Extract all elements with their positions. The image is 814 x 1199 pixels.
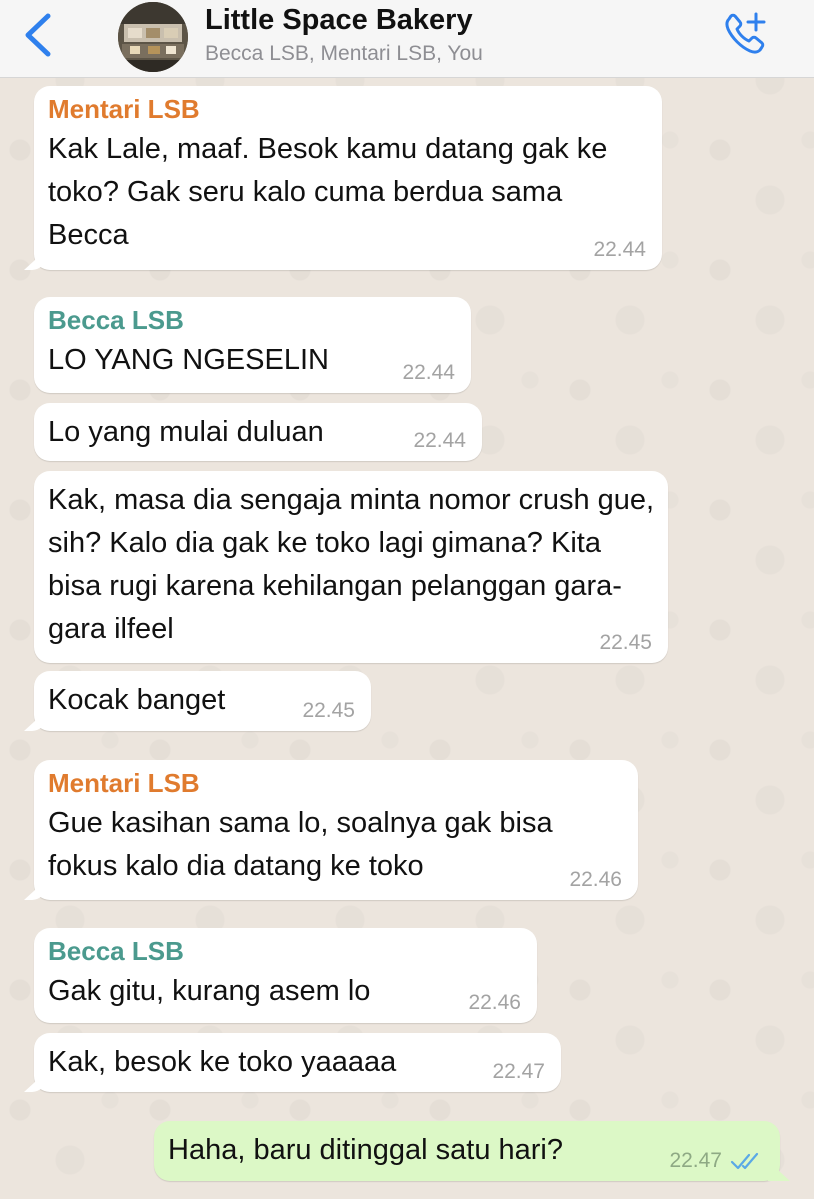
- message-bubble[interactable]: Mentari LSB Gue kasihan sama lo, soalnya…: [34, 760, 638, 900]
- message-bubble[interactable]: Kak, masa dia sengaja minta nomor crush …: [34, 471, 668, 663]
- message-text: LO YANG NGESELIN: [48, 344, 329, 376]
- message-time: 22.45: [302, 699, 355, 722]
- message-time: 22.47: [669, 1149, 722, 1172]
- bakery-photo: [118, 2, 188, 72]
- message-bubble[interactable]: Becca LSB LO YANG NGESELIN 22.44: [34, 297, 471, 393]
- message-text: Kak, besok ke toko yaaaaa: [48, 1046, 397, 1078]
- back-button[interactable]: [18, 10, 58, 60]
- message-time: 22.46: [468, 991, 521, 1014]
- chevron-left-icon: [25, 13, 51, 57]
- chat-title[interactable]: Little Space Bakery: [205, 4, 473, 37]
- message-bubble[interactable]: Kocak banget 22.45: [34, 671, 371, 731]
- message-bubble[interactable]: Becca LSB Gak gitu, kurang asem lo 22.46: [34, 928, 537, 1023]
- message-time: 22.44: [593, 238, 646, 261]
- message-sender[interactable]: Mentari LSB: [48, 94, 646, 124]
- message-text: Kak, masa dia sengaja minta nomor crush …: [48, 484, 655, 645]
- message-text: Lo yang mulai duluan: [48, 416, 324, 448]
- message-time: 22.44: [402, 361, 455, 384]
- chat-header: Little Space Bakery Becca LSB, Mentari L…: [0, 0, 814, 78]
- message-time: 22.44: [413, 429, 466, 452]
- message-time: 22.46: [569, 868, 622, 891]
- double-check-read-icon: [730, 1152, 759, 1170]
- group-avatar[interactable]: [118, 2, 188, 72]
- message-text: Gak gitu, kurang asem lo: [48, 975, 371, 1007]
- message-time: 22.45: [599, 631, 652, 654]
- message-sender[interactable]: Becca LSB: [48, 936, 521, 966]
- message-time: 22.47: [492, 1060, 545, 1083]
- message-sender[interactable]: Mentari LSB: [48, 768, 622, 798]
- add-call-button[interactable]: [720, 10, 770, 60]
- message-text: Gue kasihan sama lo, soalnya gak bisa fo…: [48, 807, 553, 882]
- message-text: Kak Lale, maaf. Besok kamu datang gak ke…: [48, 133, 608, 251]
- message-sender[interactable]: Becca LSB: [48, 305, 455, 335]
- message-bubble-outgoing[interactable]: Haha, baru ditinggal satu hari? 22.47: [154, 1121, 780, 1181]
- chat-participants[interactable]: Becca LSB, Mentari LSB, You: [205, 42, 483, 66]
- message-bubble[interactable]: Lo yang mulai duluan 22.44: [34, 403, 482, 461]
- phone-plus-icon: [725, 12, 766, 54]
- message-bubble[interactable]: Mentari LSB Kak Lale, maaf. Besok kamu d…: [34, 86, 662, 270]
- message-bubble[interactable]: Kak, besok ke toko yaaaaa 22.47: [34, 1033, 561, 1092]
